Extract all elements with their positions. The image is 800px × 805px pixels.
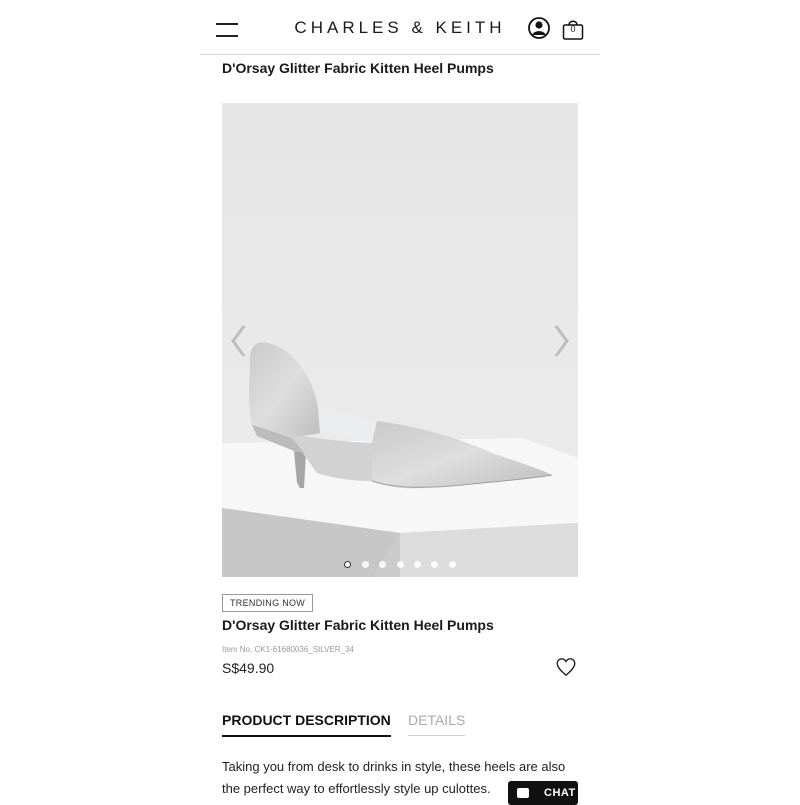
gallery-dots (222, 555, 578, 573)
heart-icon[interactable] (555, 656, 577, 678)
top-product-title: D'Orsay Glitter Fabric Kitten Heel Pumps (222, 60, 494, 76)
gallery-dot[interactable] (379, 561, 387, 568)
product-image (222, 103, 578, 577)
tab-details[interactable]: DETAILS (408, 712, 466, 736)
item-number: Item No. CK1-61680036_SILVER_34 (222, 645, 354, 654)
user-account-icon[interactable] (528, 17, 550, 39)
bag-count: 0 (570, 24, 576, 34)
chat-bubble-icon (517, 788, 529, 798)
prev-image-button[interactable] (224, 321, 254, 361)
site-header: CHARLES & KEITH 0 (200, 10, 600, 55)
product-title: D'Orsay Glitter Fabric Kitten Heel Pumps (222, 617, 494, 633)
trending-badge: TRENDING NOW (222, 594, 314, 612)
product-price: S$49.90 (222, 660, 275, 676)
gallery-dot[interactable] (361, 561, 369, 568)
gallery-dot[interactable] (344, 561, 352, 568)
next-image-button[interactable] (546, 321, 576, 361)
chevron-left-icon (231, 325, 246, 357)
tab-product-description[interactable]: PRODUCT DESCRIPTION (222, 712, 391, 737)
shopping-bag-icon[interactable]: 0 (561, 17, 585, 41)
gallery-dot[interactable] (396, 561, 404, 568)
product-gallery[interactable] (222, 103, 578, 577)
chevron-right-icon (554, 325, 569, 357)
gallery-dot[interactable] (431, 561, 439, 568)
gallery-dot[interactable] (413, 561, 421, 568)
chat-button[interactable]: CHAT (508, 781, 578, 805)
chat-label: CHAT (544, 787, 576, 799)
gallery-dot[interactable] (448, 561, 456, 568)
